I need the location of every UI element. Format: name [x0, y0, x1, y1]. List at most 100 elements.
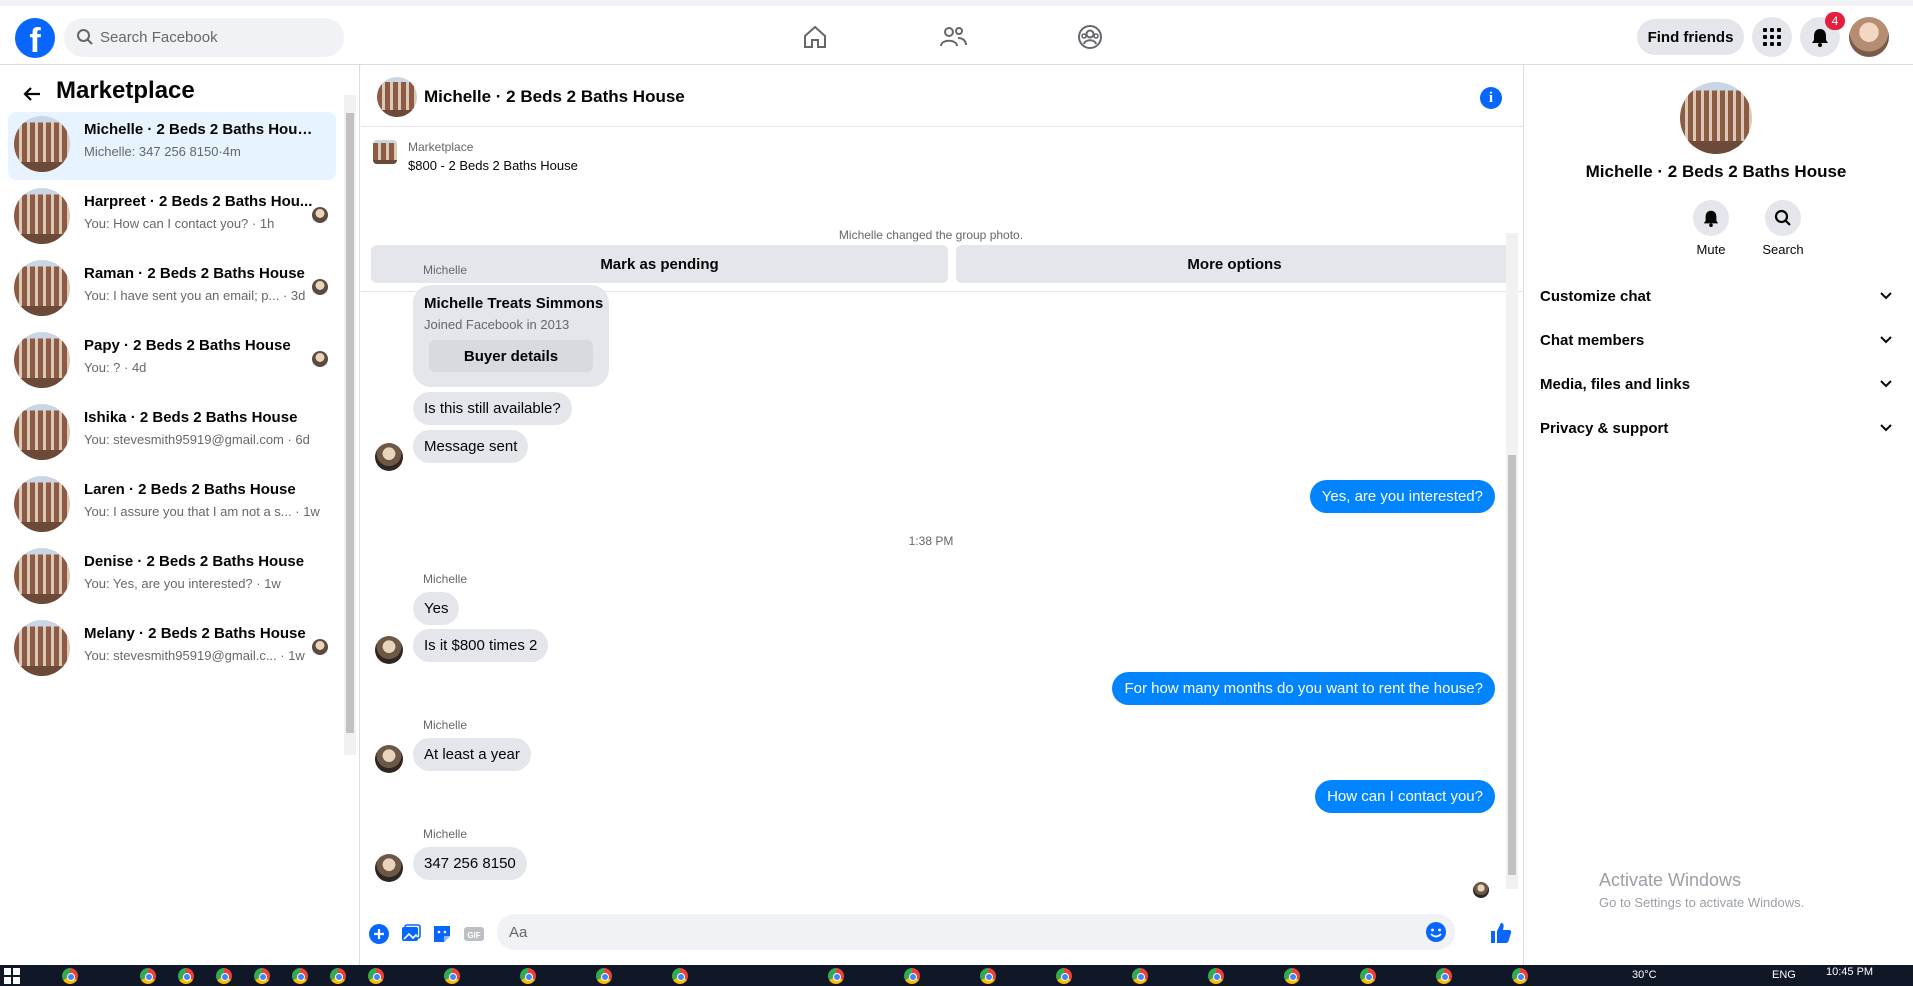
plus-circle-icon[interactable]: [368, 923, 390, 945]
seen-avatar: [312, 207, 328, 223]
listing-thumbnail: [14, 116, 70, 172]
chrome-taskbar-icon[interactable]: [672, 968, 688, 984]
photo-icon[interactable]: [400, 923, 422, 945]
chrome-taskbar-icon[interactable]: [1132, 968, 1148, 984]
info-icon[interactable]: i: [1480, 87, 1502, 109]
chrome-taskbar-icon[interactable]: [1284, 968, 1300, 984]
chrome-taskbar-icon[interactable]: [1208, 968, 1224, 984]
search-input[interactable]: [100, 18, 330, 57]
incoming-message[interactable]: Message sent: [413, 430, 529, 463]
buyer-card: Michelle Treats Simmons Joined Facebook …: [413, 285, 609, 387]
home-icon[interactable]: [800, 22, 830, 52]
message-input[interactable]: [509, 914, 1409, 950]
conversation-preview: You: ? · 4d: [84, 360, 147, 375]
chrome-taskbar-icon[interactable]: [980, 968, 996, 984]
account-avatar[interactable]: [1849, 17, 1889, 57]
customize-chat-section[interactable]: Customize chat: [1540, 280, 1892, 316]
sticker-icon[interactable]: [431, 923, 453, 945]
conversation-list-scrollbar[interactable]: [344, 95, 356, 755]
chrome-taskbar-icon[interactable]: [904, 968, 920, 984]
outgoing-message[interactable]: How can I contact you?: [1315, 780, 1495, 813]
incoming-message[interactable]: Is it $800 times 2: [413, 629, 549, 662]
sender-avatar[interactable]: [375, 854, 403, 882]
conversation-preview: Michelle: 347 256 8150·4m: [84, 144, 241, 159]
chrome-taskbar-icon[interactable]: [444, 968, 460, 984]
chat-members-section[interactable]: Chat members: [1540, 324, 1892, 360]
scrollbar-thumb[interactable]: [346, 113, 354, 733]
conversation-item[interactable]: Laren · 2 Beds 2 Baths House You: I assu…: [8, 472, 336, 540]
windows-start-icon[interactable]: [4, 968, 20, 984]
chrome-taskbar-icon[interactable]: [1436, 968, 1452, 984]
chat-title[interactable]: Michelle · 2 Beds 2 Baths House: [424, 87, 685, 107]
section-label: Customize chat: [1540, 288, 1651, 305]
chrome-taskbar-icon[interactable]: [140, 968, 156, 984]
sender-avatar[interactable]: [375, 745, 403, 773]
back-arrow-icon[interactable]: [20, 82, 44, 106]
scrollbar-thumb[interactable]: [1508, 455, 1516, 875]
privacy-support-section[interactable]: Privacy & support: [1540, 412, 1892, 448]
chrome-taskbar-icon[interactable]: [828, 968, 844, 984]
chrome-taskbar-icon[interactable]: [1360, 968, 1376, 984]
mute-action[interactable]: Mute: [1676, 200, 1746, 257]
listing-thumbnail: [14, 188, 70, 244]
chrome-taskbar-icon[interactable]: [596, 968, 612, 984]
chrome-taskbar-icon[interactable]: [1512, 968, 1528, 984]
conversation-item[interactable]: Michelle · 2 Beds 2 Baths House Michelle…: [8, 112, 336, 180]
conversation-item[interactable]: Raman · 2 Beds 2 Baths House You: I have…: [8, 256, 336, 324]
taskbar-clock[interactable]: 10:45 PM: [1826, 966, 1873, 978]
conversation-name: Melany · 2 Beds 2 Baths House: [84, 625, 306, 642]
listing-title[interactable]: $800 - 2 Beds 2 Baths House: [408, 158, 578, 173]
incoming-message[interactable]: Yes: [413, 592, 460, 625]
sender-avatar[interactable]: [375, 636, 403, 664]
chat-thumbnail[interactable]: [377, 77, 417, 117]
outgoing-message[interactable]: Yes, are you interested?: [1309, 480, 1495, 513]
gif-icon[interactable]: GIF: [463, 923, 485, 945]
conversation-item[interactable]: Harpreet · 2 Beds 2 Baths Hou... You: Ho…: [8, 184, 336, 252]
chrome-taskbar-icon[interactable]: [1056, 968, 1072, 984]
incoming-message[interactable]: 347 256 8150: [413, 847, 527, 880]
sender-avatar[interactable]: [375, 443, 403, 471]
marketplace-label: Marketplace: [408, 140, 474, 154]
chat-scrollbar[interactable]: [1506, 233, 1518, 889]
chevron-down-icon: [1880, 380, 1892, 388]
chrome-taskbar-icon[interactable]: [292, 968, 308, 984]
conversation-item[interactable]: Melany · 2 Beds 2 Baths House You: steve…: [8, 616, 336, 684]
more-options-button[interactable]: More options: [956, 245, 1513, 283]
search-box[interactable]: [64, 18, 344, 57]
listing-thumbnail[interactable]: [373, 140, 397, 164]
find-friends-button[interactable]: Find friends: [1637, 19, 1744, 55]
weather-temp[interactable]: 30°C: [1632, 969, 1657, 981]
chrome-taskbar-icon[interactable]: [330, 968, 346, 984]
chrome-taskbar-icon[interactable]: [254, 968, 270, 984]
friends-icon[interactable]: [938, 22, 968, 52]
menu-button[interactable]: [1752, 17, 1792, 57]
windows-taskbar: 30°C ENG 10:45 PM: [0, 965, 1913, 986]
chrome-taskbar-icon[interactable]: [178, 968, 194, 984]
incoming-message[interactable]: At least a year: [413, 738, 531, 771]
incoming-message[interactable]: Is this still available?: [413, 392, 572, 425]
bell-icon: [1703, 210, 1719, 227]
search-action[interactable]: Search: [1748, 200, 1818, 257]
language-indicator[interactable]: ENG: [1772, 969, 1796, 981]
section-label: Privacy & support: [1540, 420, 1669, 437]
conversation-preview: You: Yes, are you interested? · 1w: [84, 576, 281, 591]
conversation-item[interactable]: Papy · 2 Beds 2 Baths House You: ? · 4d: [8, 328, 336, 396]
conversation-item[interactable]: Denise · 2 Beds 2 Baths House You: Yes, …: [8, 544, 336, 612]
chrome-taskbar-icon[interactable]: [520, 968, 536, 984]
groups-icon[interactable]: [1075, 22, 1105, 52]
chevron-down-icon: [1880, 336, 1892, 344]
thumbs-up-icon[interactable]: [1489, 921, 1513, 945]
buyer-details-button[interactable]: Buyer details: [429, 340, 593, 372]
emoji-icon[interactable]: [1425, 921, 1447, 943]
chrome-taskbar-icon[interactable]: [368, 968, 384, 984]
media-files-links-section[interactable]: Media, files and links: [1540, 368, 1892, 404]
search-icon: [77, 29, 93, 45]
outgoing-message[interactable]: For how many months do you want to rent …: [1112, 672, 1495, 705]
chrome-taskbar-icon[interactable]: [216, 968, 232, 984]
message-composer[interactable]: [497, 914, 1455, 950]
conversation-item[interactable]: Ishika · 2 Beds 2 Baths House You: steve…: [8, 400, 336, 468]
listing-thumbnail: [14, 332, 70, 388]
facebook-logo-icon[interactable]: f: [15, 18, 55, 58]
chrome-taskbar-icon[interactable]: [62, 968, 78, 984]
chat-photo[interactable]: [1680, 82, 1752, 154]
